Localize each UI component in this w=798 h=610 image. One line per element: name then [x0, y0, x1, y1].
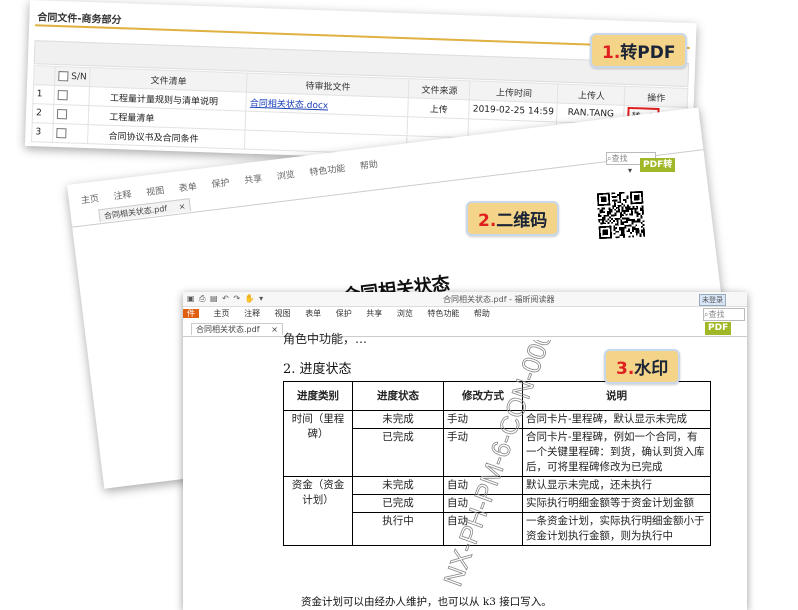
header-cell: 操作: [624, 86, 688, 108]
menu-item-share[interactable]: 共享: [244, 174, 263, 186]
header-cell: 上传人: [557, 83, 626, 106]
menu-item-browse[interactable]: 浏览: [276, 170, 295, 182]
menu-item-help[interactable]: 帮助: [360, 160, 379, 172]
pdf-convert-button[interactable]: PDF转: [640, 158, 676, 172]
header-cell: [33, 65, 56, 86]
state-cell: 执行中: [352, 512, 444, 546]
menu-item-features[interactable]: 特色功能: [309, 164, 346, 178]
row-checkbox[interactable]: [56, 108, 68, 120]
desc-cell: 一条资金计划，实际执行明细金额小于资金计划执行金额，则为执行中: [522, 512, 711, 546]
state-cell: 未完成: [352, 410, 444, 429]
header-cell: 说明: [522, 381, 711, 411]
row-source: [407, 116, 469, 138]
tab-label: 合同相关状态.pdf: [103, 204, 168, 221]
annotation-label-3: 3.水印: [604, 349, 681, 384]
state-cell: 未完成: [352, 476, 444, 495]
row-checkbox-cell: [52, 123, 89, 144]
header-cell: 进度状态: [352, 381, 444, 411]
row-checkbox-cell: [53, 85, 90, 106]
category-cell: 资金（资金计划）: [283, 476, 353, 546]
header-cell: 进度类别: [283, 381, 353, 411]
annotation-label-1: 1.转PDF: [590, 33, 688, 68]
header-cell: 修改方式: [443, 381, 523, 411]
table-row: 时间（里程碑） 未完成 手动 合同卡片-里程碑，默认显示未完成: [283, 410, 711, 477]
desc-cell: 合同卡片-里程碑，例如一个合同，有一个关键里程碑：到货，确认到货入库后，可将里程…: [522, 428, 711, 477]
menu-item-protect[interactable]: 保护: [336, 309, 352, 318]
select-all-checkbox[interactable]: [58, 70, 69, 82]
mode-cell: 自动: [443, 494, 523, 513]
state-cell: 已完成: [352, 494, 444, 513]
login-status[interactable]: 未登录: [699, 294, 726, 306]
menu-item-comment[interactable]: 注释: [244, 309, 260, 318]
search-input[interactable]: ⌕查找: [703, 308, 745, 321]
menu-item-features[interactable]: 特色功能: [427, 309, 459, 318]
row-checkbox[interactable]: [57, 89, 68, 101]
qr-code: [596, 190, 646, 240]
cut-off-text: 角色中功能，…: [283, 332, 368, 346]
category-cell: 时间（里程碑）: [283, 410, 353, 477]
section-title: 合同文件-商务部分: [37, 12, 122, 27]
menu-item-comment[interactable]: 注释: [113, 190, 132, 202]
quick-access-toolbar[interactable]: ▣ ⎙ ▤ ↶ ↷ ✋ ▾: [187, 294, 264, 304]
menu-item-protect[interactable]: 保护: [211, 178, 230, 190]
tab-label: 合同相关状态.pdf: [196, 325, 260, 334]
annotation-label-2: 2.二维码: [466, 201, 560, 236]
table-row: 资金（资金计划） 未完成 自动 默认显示未完成，还未执行: [283, 476, 711, 546]
desc-cell: 默认显示未完成，还未执行: [522, 476, 711, 495]
menu-item-form[interactable]: 表单: [178, 182, 197, 194]
file-link[interactable]: 合同相关状态.docx: [250, 98, 329, 111]
mode-cell: 自动: [443, 512, 523, 546]
state-cell: 已完成: [352, 428, 444, 477]
menu-item-help[interactable]: 帮助: [474, 309, 490, 318]
menu-item-view[interactable]: 视图: [146, 186, 165, 198]
menu-item-form[interactable]: 表单: [305, 309, 321, 318]
tab-strip: 合同相关状态.pdf ×: [183, 323, 747, 337]
dropdown-icon[interactable]: ▾: [628, 166, 632, 175]
mode-cell: 手动: [443, 410, 523, 429]
section-heading: 2. 进度状态: [283, 362, 352, 377]
table-header-row: 进度类别 进度状态 修改方式 说明: [283, 381, 711, 411]
desc-cell: 实际执行明细金额等于资金计划金额: [522, 494, 711, 513]
row-checkbox-cell: [53, 104, 90, 125]
desc-cell: 合同卡片-里程碑，默认显示未完成: [522, 410, 711, 429]
document-tab[interactable]: 合同相关状态.pdf ×: [191, 323, 283, 335]
row-number: 1: [32, 84, 55, 105]
window-title: 合同相关状态.pdf - 福昕阅读器: [443, 295, 555, 304]
close-icon[interactable]: ×: [271, 324, 278, 336]
progress-status-table: 进度类别 进度状态 修改方式 说明 时间（里程碑） 未完成 手动 合同卡片-里程…: [283, 381, 711, 546]
mode-cell: 自动: [443, 476, 523, 495]
header-cell: S/N: [54, 66, 91, 87]
row-source: 上传: [408, 97, 470, 119]
pdf-convert-button[interactable]: PDF: [705, 322, 732, 335]
menu-item-share[interactable]: 共享: [366, 309, 382, 318]
menu-bar: 件 主页 注释 视图 表单 保护 共享 浏览 特色功能 帮助: [183, 308, 747, 321]
pdf-reader-watermark-window: ▣ ⎙ ▤ ↶ ↷ ✋ ▾ 合同相关状态.pdf - 福昕阅读器 未登录 件 主…: [183, 292, 747, 610]
row-number: 3: [31, 122, 54, 143]
menu-item-file[interactable]: 件: [183, 309, 199, 318]
menu-item-view[interactable]: 视图: [275, 309, 291, 318]
close-icon[interactable]: ×: [178, 200, 186, 214]
row-number: 2: [32, 103, 54, 124]
mode-cell: 手动: [443, 428, 523, 477]
title-bar: ▣ ⎙ ▤ ↶ ↷ ✋ ▾ 合同相关状态.pdf - 福昕阅读器 未登录: [183, 292, 747, 307]
menu-item-home[interactable]: 主页: [80, 194, 99, 206]
header-cell: 文件来源: [408, 78, 471, 100]
menu-item-home[interactable]: 主页: [214, 309, 230, 318]
menu-item-browse[interactable]: 浏览: [397, 309, 413, 318]
row-checkbox[interactable]: [56, 127, 67, 139]
row-name: 合同协议书及合同条件: [87, 124, 246, 150]
